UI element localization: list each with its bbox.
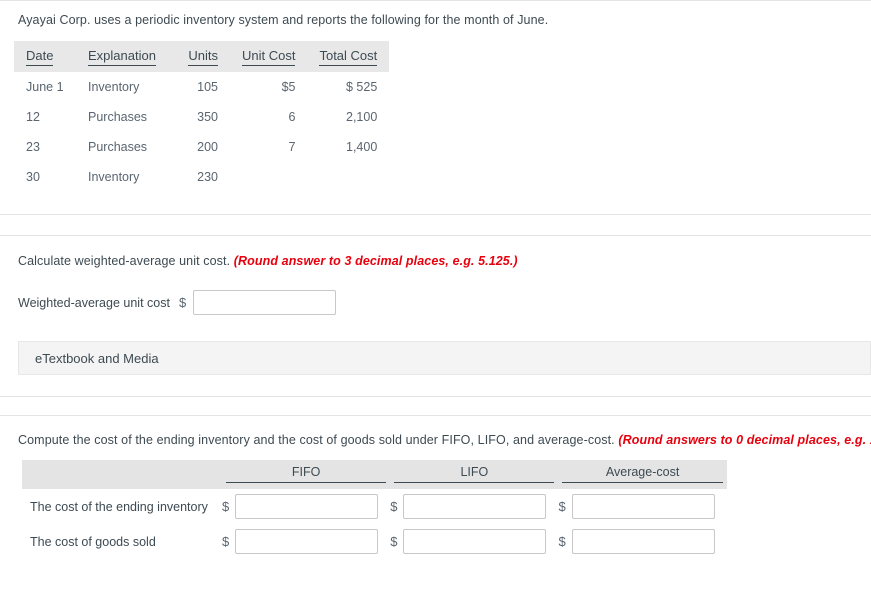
table-row: The cost of goods sold $ $ $ [22, 524, 727, 559]
table-row: 23 Purchases 200 7 1,400 [14, 132, 389, 162]
question-2-text: Compute the cost of the ending inventory… [18, 433, 615, 447]
results-table-container: FIFO LIFO Average-cost The cost of the e… [0, 447, 871, 559]
column-header-total-cost: Total Cost [307, 41, 389, 72]
intro-paragraph: Ayayai Corp. uses a periodic inventory s… [18, 13, 549, 27]
results-table: FIFO LIFO Average-cost The cost of the e… [22, 460, 727, 559]
cell-total-cost: 1,400 [346, 140, 378, 154]
cell-units: 105 [197, 80, 218, 94]
cell-explanation: Inventory [88, 80, 140, 94]
question-2-prompt: Compute the cost of the ending inventory… [18, 433, 871, 447]
input-fifo-cost-of-goods-sold[interactable] [235, 529, 379, 554]
results-table-head: FIFO LIFO Average-cost [22, 460, 727, 489]
cell-total-cost: $ 525 [346, 80, 378, 94]
question-2-rounding-note: (Round answers to 0 decimal places, e.g.… [618, 433, 871, 447]
cell-total-cost [307, 162, 389, 192]
column-header-units-label: Units [188, 48, 218, 66]
dollar-sign: $ [558, 499, 566, 514]
results-cell-lifo-ending-inventory: $ [390, 489, 558, 524]
column-header-explanation: Explanation [76, 41, 172, 72]
cell-explanation: Purchases [88, 110, 148, 124]
results-row-label-cost-of-goods-sold: The cost of goods sold [30, 534, 156, 549]
cell-explanation: Inventory [88, 170, 140, 184]
results-cell-lifo-cogs: $ [390, 524, 558, 559]
results-header-blank [22, 460, 222, 489]
weighted-average-answer-row: Weighted-average unit cost $ [18, 290, 871, 315]
cell-date: June 1 [26, 80, 64, 94]
column-header-total-cost-label: Total Cost [319, 48, 378, 66]
cell-date: 30 [26, 170, 40, 184]
cell-date: 23 [26, 140, 40, 154]
dollar-sign: $ [558, 534, 566, 549]
table-row: The cost of the ending inventory $ $ $ [22, 489, 727, 524]
results-header-row: FIFO LIFO Average-cost [22, 460, 727, 489]
cell-unit-cost: 7 [288, 140, 296, 154]
column-header-units: Units [172, 41, 230, 72]
column-header-explanation-label: Explanation [88, 48, 156, 66]
results-header-average-cost: Average-cost [558, 460, 726, 489]
results-cell-average-cost-cogs: $ [558, 524, 726, 559]
question-1-prompt: Calculate weighted-average unit cost. (R… [18, 254, 871, 268]
input-fifo-ending-inventory[interactable] [235, 494, 379, 519]
table-row: 30 Inventory 230 [14, 162, 389, 192]
cell-units: 200 [197, 140, 218, 154]
cell-units: 230 [197, 170, 218, 184]
results-header-lifo: LIFO [390, 460, 558, 489]
weighted-average-unit-cost-input[interactable] [193, 290, 337, 315]
results-cell-average-cost-ending-inventory: $ [558, 489, 726, 524]
weighted-average-label: Weighted-average unit cost [18, 295, 170, 310]
results-cell-fifo-cogs: $ [222, 524, 390, 559]
input-average-cost-cost-of-goods-sold[interactable] [571, 529, 715, 554]
input-lifo-cost-of-goods-sold[interactable] [403, 529, 547, 554]
results-cell-fifo-ending-inventory: $ [222, 489, 390, 524]
dollar-sign: $ [178, 295, 187, 310]
table-row: June 1 Inventory 105 $5 $ 525 [14, 72, 389, 102]
cell-unit-cost: $5 [281, 80, 296, 94]
column-header-unit-cost-label: Unit Cost [242, 48, 296, 66]
question-1-text: Calculate weighted-average unit cost. [18, 254, 231, 268]
cell-explanation: Purchases [88, 140, 148, 154]
question-2-block: Compute the cost of the ending inventory… [0, 416, 871, 447]
input-average-cost-ending-inventory[interactable] [571, 494, 715, 519]
inventory-table-body: June 1 Inventory 105 $5 $ 525 12 Purchas… [14, 72, 389, 192]
table-row: 12 Purchases 350 6 2,100 [14, 102, 389, 132]
dollar-sign: $ [390, 499, 398, 514]
cell-units: 350 [197, 110, 218, 124]
cell-unit-cost [230, 162, 307, 192]
column-header-date: Date [14, 41, 76, 72]
column-header-unit-cost: Unit Cost [230, 41, 307, 72]
results-row-label-ending-inventory: The cost of the ending inventory [30, 499, 208, 514]
etextbook-and-media-label: eTextbook and Media [35, 350, 159, 366]
results-header-average-cost-label: Average-cost [562, 465, 723, 483]
inventory-header-row: Date Explanation Units Unit Cost Total C… [14, 41, 390, 72]
results-table-body: The cost of the ending inventory $ $ $ T… [22, 489, 727, 559]
cell-total-cost: 2,100 [346, 110, 378, 124]
question-1-rounding-note: (Round answer to 3 decimal places, e.g. … [233, 254, 518, 268]
dollar-sign: $ [222, 534, 230, 549]
results-header-fifo-label: FIFO [226, 465, 387, 483]
cell-unit-cost: 6 [288, 110, 296, 124]
dollar-sign: $ [390, 534, 398, 549]
results-header-fifo: FIFO [222, 460, 390, 489]
results-header-lifo-label: LIFO [394, 465, 555, 483]
inventory-table-container: Date Explanation Units Unit Cost Total C… [0, 27, 871, 192]
inventory-table: Date Explanation Units Unit Cost Total C… [14, 41, 390, 192]
inventory-table-head: Date Explanation Units Unit Cost Total C… [14, 41, 390, 72]
column-header-date-label: Date [26, 48, 54, 66]
question-1-block: Calculate weighted-average unit cost. (R… [0, 236, 871, 315]
etextbook-and-media-bar[interactable]: eTextbook and Media [18, 341, 871, 375]
input-lifo-ending-inventory[interactable] [403, 494, 547, 519]
dollar-sign: $ [222, 499, 230, 514]
cell-date: 12 [26, 110, 40, 124]
